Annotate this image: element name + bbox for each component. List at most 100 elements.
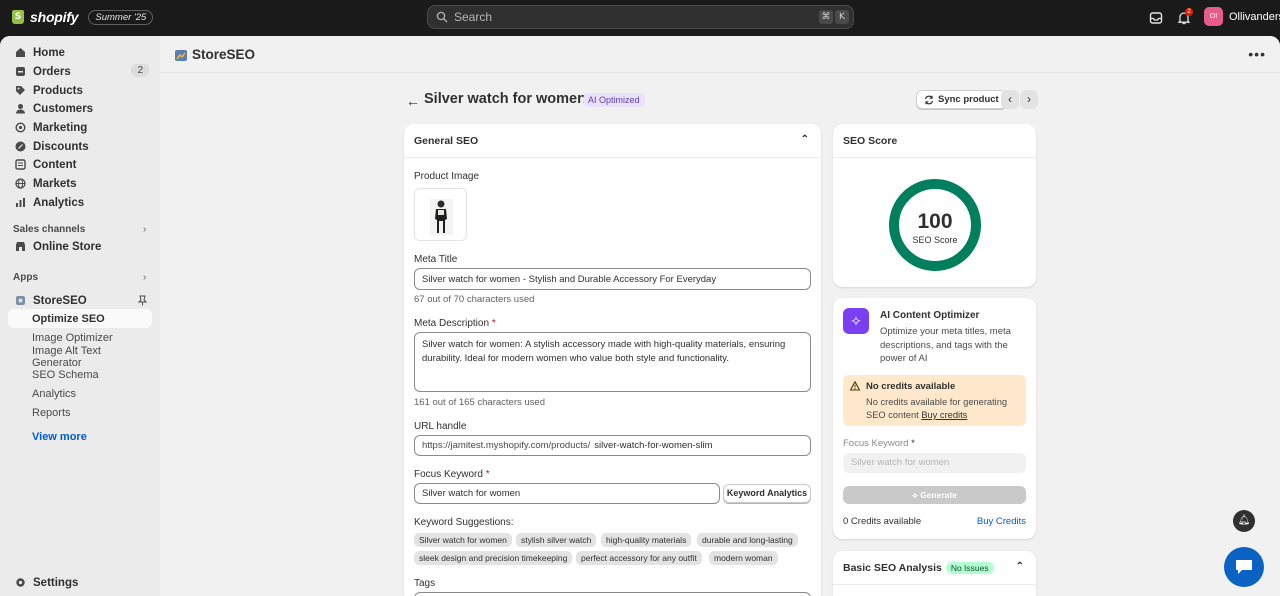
- sidebar-item-customers[interactable]: Customers: [8, 99, 152, 118]
- ai-focus-keyword-input[interactable]: Silver watch for women: [843, 453, 1026, 473]
- basic-seo-analysis-header[interactable]: Basic SEO Analysis No Issues ⌃: [833, 551, 1036, 585]
- gear-icon: [16, 578, 25, 587]
- sidebar-sub-optimize-seo[interactable]: Optimize SEO: [8, 309, 152, 328]
- shopify-bag-icon: S: [12, 10, 24, 24]
- notification-rocket-button[interactable]: 🔔︎: [1233, 510, 1255, 532]
- meta-title-input[interactable]: Silver watch for women - Stylish and Dur…: [414, 268, 811, 290]
- storeseo-app-icon: [16, 296, 25, 305]
- sidebar-sub-seo-schema[interactable]: SEO Schema: [8, 365, 152, 384]
- live-chat-button[interactable]: [1224, 547, 1264, 587]
- rocket-icon: 🔔︎: [1237, 515, 1251, 526]
- top-bar: S shopify Summer '25 Search ⌘ K 2 OI Oll…: [0, 0, 1280, 36]
- sidebar-sub-analytics[interactable]: Analytics: [8, 384, 152, 403]
- sidebar-item-orders[interactable]: Orders 2: [8, 62, 152, 81]
- pin-icon[interactable]: [138, 295, 147, 306]
- sync-product-button[interactable]: Sync product: [916, 90, 1007, 109]
- apps-heading[interactable]: Apps: [13, 272, 38, 283]
- meta-description-label: Meta Description *: [414, 318, 496, 329]
- sidebar-item-products[interactable]: Products: [8, 81, 152, 100]
- general-seo-title: General SEO: [414, 134, 479, 147]
- sparkle-icon: ✧: [843, 308, 869, 334]
- chevron-right-icon[interactable]: ›: [143, 272, 146, 283]
- sidebar-item-online-store[interactable]: Online Store: [8, 237, 152, 256]
- page-heading: ← Silver watch for women AI Optimized Sy…: [406, 89, 1038, 113]
- ai-focus-keyword-label-text: Focus Keyword: [843, 438, 909, 449]
- keyword-analytics-button[interactable]: Keyword Analytics: [723, 484, 811, 503]
- keyword-suggestion-chip[interactable]: modern woman: [709, 551, 778, 565]
- next-product-button[interactable]: ›: [1020, 90, 1038, 109]
- sidebar-item-storeseo[interactable]: StoreSEO: [8, 291, 152, 310]
- url-prefix: https://jamitest.myshopify.com/products/: [422, 440, 591, 451]
- view-more-link[interactable]: View more: [8, 427, 152, 446]
- general-seo-header[interactable]: General SEO ⌃: [404, 124, 821, 158]
- sidebar-item-marketing[interactable]: Marketing: [8, 118, 152, 137]
- tags-input[interactable]: [414, 592, 811, 596]
- focus-keyword-input[interactable]: Silver watch for women: [414, 483, 720, 504]
- sidebar-sub-reports[interactable]: Reports: [8, 403, 152, 422]
- product-pager: ‹ ›: [1000, 90, 1038, 109]
- sidebar-item-label: Analytics: [33, 196, 85, 209]
- search-icon: [436, 11, 448, 23]
- ai-optimizer-description-line: power of AI: [880, 353, 928, 364]
- sidebar-item-label: StoreSEO: [33, 294, 87, 307]
- keyword-suggestion-chip[interactable]: high-quality materials: [601, 533, 692, 547]
- sidebar-item-discounts[interactable]: Discounts: [8, 137, 152, 156]
- brand-name: shopify: [30, 9, 79, 25]
- back-arrow-icon[interactable]: ←: [406, 93, 420, 109]
- no-credits-banner: No credits available No credits availabl…: [843, 375, 1026, 426]
- app-title: StoreSEO: [174, 47, 255, 62]
- keyword-suggestion-chip[interactable]: sleek design and precision timekeeping: [414, 551, 573, 565]
- chevron-up-icon[interactable]: ⌃: [801, 134, 809, 145]
- sales-channels-heading[interactable]: Sales channels: [13, 224, 85, 235]
- sidebar-item-home[interactable]: Home: [8, 43, 152, 62]
- shopify-logo[interactable]: S shopify Summer '25: [12, 9, 154, 25]
- basic-seo-analysis-card: Basic SEO Analysis No Issues ⌃: [833, 551, 1036, 596]
- shortcut-k-key: K: [835, 10, 849, 24]
- store-menu[interactable]: OI Ollivanders: [1204, 7, 1280, 26]
- keyword-suggestion-chip[interactable]: Silver watch for women: [414, 533, 512, 547]
- inbox-icon[interactable]: [1148, 10, 1164, 26]
- storefront-icon: [16, 242, 25, 251]
- more-actions-icon[interactable]: •••: [1248, 46, 1266, 62]
- url-handle-input[interactable]: https://jamitest.myshopify.com/products/…: [414, 435, 811, 456]
- previous-product-button[interactable]: ‹: [1001, 90, 1019, 109]
- seo-score-card: SEO Score 100 SEO Score: [833, 124, 1036, 287]
- sidebar-item-label: Markets: [33, 177, 77, 190]
- buy-credits-button[interactable]: Buy Credits: [977, 516, 1026, 527]
- product-image-thumbnail[interactable]: [414, 188, 467, 241]
- home-icon: [16, 48, 25, 57]
- sidebar-item-label: Home: [33, 46, 65, 59]
- product-image-label: Product Image: [414, 171, 480, 182]
- keyword-suggestion-chip[interactable]: durable and long-lasting: [697, 533, 798, 547]
- sidebar-item-label: Products: [33, 84, 83, 97]
- sidebar-item-settings[interactable]: Settings: [8, 573, 152, 592]
- chevron-up-icon[interactable]: ⌃: [1016, 561, 1024, 572]
- search-input[interactable]: Search ⌘ K: [427, 5, 854, 29]
- sidebar-sub-alt-text-generator[interactable]: Image Alt Text Generator: [8, 345, 152, 369]
- keyword-suggestion-chip[interactable]: stylish silver watch: [516, 533, 597, 547]
- meta-description-textarea[interactable]: Silver watch for women: A stylish access…: [414, 332, 811, 392]
- app-title-text: StoreSEO: [192, 47, 256, 62]
- ai-optimizer-description-line: descriptions, and tags with the: [880, 339, 1008, 351]
- keyword-suggestion-chip[interactable]: perfect accessory for any outfit: [576, 551, 702, 565]
- general-seo-card: General SEO ⌃ Product Image Meta Title S…: [404, 124, 821, 596]
- buy-credits-link[interactable]: Buy credits: [921, 410, 967, 420]
- chevron-right-icon[interactable]: ›: [143, 224, 146, 235]
- edition-badge: Summer '25: [88, 9, 154, 25]
- ai-optimized-badge: AI Optimized: [583, 93, 645, 107]
- tags-label: Tags: [414, 578, 436, 589]
- sidebar-item-label: Online Store: [33, 240, 102, 253]
- no-issues-badge: No Issues: [945, 561, 994, 574]
- seo-score-value: 100: [917, 210, 952, 233]
- no-credits-line: No credits available for generating: [866, 397, 1008, 407]
- sidebar-item-content[interactable]: Content: [8, 155, 152, 174]
- sidebar-item-analytics[interactable]: Analytics: [8, 193, 152, 212]
- no-credits-line-2: SEO content Buy credits: [866, 409, 1024, 422]
- sidebar-item-markets[interactable]: Markets: [8, 174, 152, 193]
- focus-keyword-label-text: Focus Keyword: [414, 469, 483, 480]
- generate-button[interactable]: ⟡ Generate: [843, 486, 1026, 504]
- required-asterisk: *: [911, 438, 915, 449]
- ai-content-optimizer-card: ✧ AI Content Optimizer Optimize your met…: [833, 298, 1036, 539]
- keyword-suggestions-label: Keyword Suggestions:: [414, 517, 514, 528]
- tag-icon: [16, 86, 25, 95]
